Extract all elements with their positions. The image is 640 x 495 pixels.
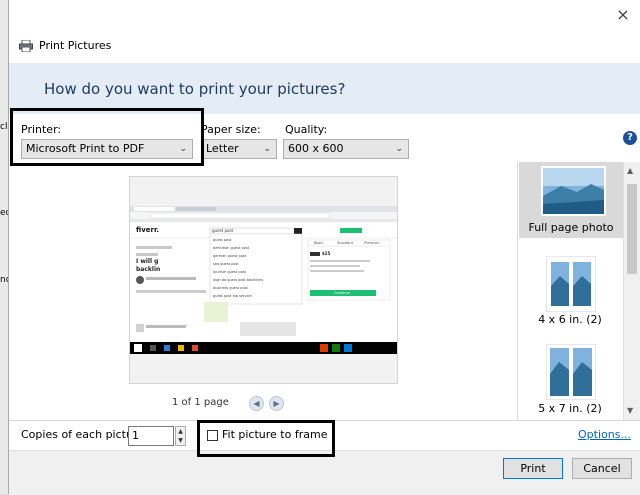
layout-item-4x6[interactable]: 4 x 6 in. (2) <box>518 256 622 332</box>
fit-picture-checkbox[interactable] <box>207 430 218 441</box>
window-title: Print Pictures <box>39 39 112 52</box>
preview-suggestion-list: guest post definition guest post german … <box>213 236 299 300</box>
background-window-strip: cl ec no <box>0 0 11 494</box>
chevron-down-icon: ⌄ <box>263 144 271 154</box>
preview-suggestion: high da guest post backlinks <box>213 278 264 282</box>
close-button[interactable]: × <box>612 6 634 26</box>
quality-select[interactable]: 600 x 600 ⌄ <box>283 139 409 159</box>
scroll-down-icon[interactable]: ▼ <box>627 406 633 415</box>
stepper-up-icon[interactable]: ▲ <box>176 427 185 436</box>
preview-screenshot: fiverr. guest post guest post definition… <box>130 206 397 354</box>
preview-page: fiverr. guest post guest post definition… <box>129 176 398 384</box>
divider <box>9 420 640 421</box>
page-info: 1 of 1 page <box>172 397 229 408</box>
chevron-down-icon: ⌄ <box>395 144 403 154</box>
help-icon[interactable]: ? <box>623 131 637 145</box>
chevron-right-icon: ▶ <box>273 399 280 408</box>
preview-tab: Standard <box>337 241 353 245</box>
preview-suggestion: german guest post <box>213 254 247 258</box>
layout-item-full-page-photo[interactable]: Full page photo <box>519 162 623 238</box>
paper-size-label: Paper size: <box>201 123 261 136</box>
preview-suggestion: tourism guest post <box>213 270 246 274</box>
preview-site-logo: fiverr. <box>136 226 160 234</box>
preview-tab: Basic <box>314 241 324 245</box>
printer-select[interactable]: Microsoft Print to PDF ⌄ <box>21 139 193 159</box>
cancel-button[interactable]: Cancel <box>572 458 632 479</box>
scroll-up-icon[interactable]: ▲ <box>627 166 633 175</box>
4x6-thumbnail <box>546 256 596 312</box>
print-button[interactable]: Print <box>503 458 563 479</box>
layout-list: Full page photo 4 x 6 in. (2) 5 x 7 in. … <box>517 162 624 420</box>
printer-value: Microsoft Print to PDF <box>26 142 145 155</box>
next-page-button[interactable]: ▶ <box>269 396 284 411</box>
layout-scrollbar[interactable]: ▲ ▼ <box>623 162 640 420</box>
stepper-down-icon[interactable]: ▼ <box>176 436 185 445</box>
preview-headline-2: backlin <box>136 266 161 273</box>
close-icon: × <box>616 5 630 24</box>
copies-input[interactable]: 1 <box>128 426 174 446</box>
preview-suggestion: business guest post <box>213 286 248 290</box>
copies-stepper[interactable]: ▲ ▼ <box>175 426 186 446</box>
layout-label: Full page photo <box>528 221 614 234</box>
5x7-thumbnail <box>546 344 596 400</box>
preview-continue: Continue <box>334 291 350 295</box>
preview-suggestion: guest post <box>213 238 232 242</box>
chevron-left-icon: ◀ <box>253 399 260 408</box>
scrollbar-thumb[interactable] <box>627 184 637 274</box>
preview-price: $25 <box>322 251 331 256</box>
options-link[interactable]: Options... <box>578 428 631 441</box>
full-page-photo-thumbnail <box>541 166 606 216</box>
printer-label: Printer: <box>21 123 62 136</box>
preview-headline: I will g <box>136 258 159 265</box>
preview-area: fiverr. guest post guest post definition… <box>9 168 517 420</box>
layout-item-5x7[interactable]: 5 x 7 in. (2) <box>518 344 622 420</box>
quality-value: 600 x 600 <box>288 142 344 155</box>
paper-size-select[interactable]: Letter ⌄ <box>201 139 277 159</box>
title-bar: Print Pictures <box>19 39 111 52</box>
dialog-header: How do you want to print your pictures? <box>9 63 640 115</box>
chevron-down-icon: ⌄ <box>179 144 187 154</box>
background-text-fragment: cl <box>0 122 8 132</box>
layout-label: 5 x 7 in. (2) <box>538 402 602 415</box>
fit-picture-label[interactable]: Fit picture to frame <box>222 428 327 441</box>
preview-suggestion: guest post big service <box>213 294 252 298</box>
preview-suggestion: definition guest post <box>213 246 250 250</box>
preview-search-text: guest post <box>212 228 234 233</box>
preview-tab: Premium <box>364 241 380 245</box>
header-question: How do you want to print your pictures? <box>44 80 346 98</box>
paper-size-value: Letter <box>206 142 239 155</box>
preview-suggestion: seo guest post <box>213 262 239 266</box>
layout-label: 4 x 6 in. (2) <box>538 313 602 326</box>
print-settings-bar: Printer: Microsoft Print to PDF ⌄ Paper … <box>9 114 640 168</box>
previous-page-button[interactable]: ◀ <box>249 396 264 411</box>
print-pictures-dialog: × Print Pictures How do you want to prin… <box>8 0 640 495</box>
quality-label: Quality: <box>285 123 328 136</box>
printer-icon <box>19 39 33 52</box>
